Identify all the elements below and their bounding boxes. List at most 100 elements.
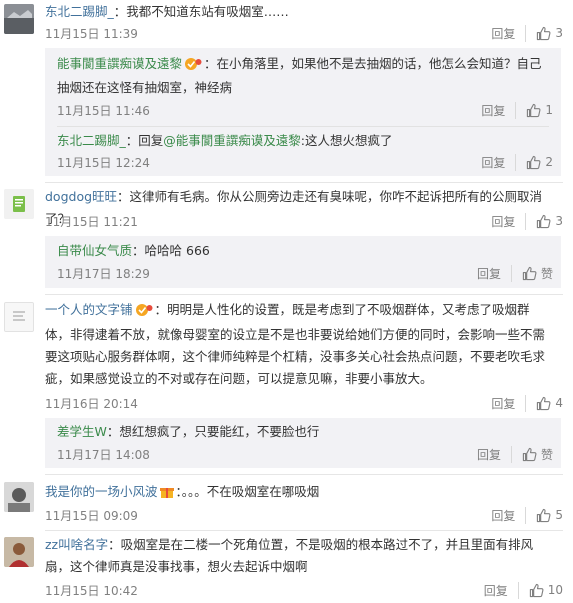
avatar[interactable] [4,537,34,567]
divider [45,530,563,531]
reply-actions: 回复 赞 [477,264,553,282]
reply-body: ：哈哈哈 666 [132,243,210,258]
comment-time: 11月16日 20:14 [45,397,138,411]
reply-actions: 回复 1 [481,101,553,119]
reply-list: 自带仙女气质：哈哈哈 666 11月17日 18:29 回复 赞 [45,236,561,288]
comment-item: 我是你的一场小风波 ：。。。不在吸烟室在哪吸烟 11月15日 09:09 回复 5 [0,479,573,525]
comment-time: 11月15日 10:42 [45,584,138,598]
comment-feed: 东北二踢脚_：我都不知道东站有吸烟室…… 11月15日 11:39 回复 3 能… [0,0,573,603]
divider [57,126,549,127]
reply-button[interactable]: 回复 [484,581,519,599]
divider [45,294,563,295]
commenter-name[interactable]: 我是你的一场小风波 [45,484,158,499]
commenter-name[interactable]: zz叫啥名字 [45,537,108,552]
thumbs-up-icon [522,266,537,280]
comment-text: zz叫啥名字：吸烟室是在二楼一个死角位置，不是吸烟的根本路过不了，并且里面有排风… [45,534,551,578]
reply-button[interactable]: 回复 [491,394,527,412]
avatar[interactable] [4,4,34,34]
reply-time: 11月15日 11:46 [57,104,150,118]
thumbs-up-icon [529,583,544,597]
like-button[interactable]: 3 [536,214,563,229]
thumbs-up-icon [537,396,551,410]
reply-button[interactable]: 回复 [481,101,517,119]
reply-text: 差学生W：想红想疯了，只要能红，不要脸也行 [57,421,549,442]
gift-badge-icon [159,484,174,506]
thumbs-up-icon [537,214,551,228]
comment-item: 一个人的文字铺 ：明明是人性化的设置，既是考虑到了不吸烟群体，又考虑了吸烟群体，非… [0,299,573,469]
reply-button[interactable]: 回复 [491,212,527,230]
avatar[interactable] [4,482,34,512]
comment-item: zz叫啥名字：吸烟室是在二楼一个死角位置，不是吸烟的根本路过不了，并且里面有排风… [0,534,573,603]
like-count: 5 [555,508,563,522]
replier-name[interactable]: 东北二踢脚_ [57,133,126,148]
thumbs-up-icon [537,508,551,522]
reply-button[interactable]: 回复 [477,445,512,463]
comment-body: ：吸烟室是在二楼一个死角位置，不是吸烟的根本路过不了，并且里面有排风扇，这个律师… [45,537,534,574]
comment-time: 11月15日 09:09 [45,509,138,523]
like-button[interactable]: 5 [536,508,563,523]
like-count: 赞 [540,266,553,281]
thumbs-up-icon [527,155,541,169]
thumbs-up-icon [527,103,541,117]
commenter-name[interactable]: 一个人的文字铺 [45,302,133,317]
reply-list: 差学生W：想红想疯了，只要能红，不要脸也行 11月17日 14:08 回复 赞 [45,418,561,468]
comment-actions: 回复 3 [491,212,563,230]
comment-actions: 回复 10 [484,581,563,599]
comment-body: ：我都不知道东站有吸烟室…… [113,4,289,19]
comment-item: 东北二踢脚_：我都不知道东站有吸烟室…… 11月15日 11:39 回复 3 能… [0,0,573,176]
reply-button[interactable]: 回复 [477,264,512,282]
like-button[interactable]: 1 [526,103,553,118]
like-button[interactable]: 赞 [522,265,553,282]
reply-body: :这人想火想疯了 [300,133,393,148]
like-count: 1 [545,103,553,117]
avatar[interactable] [4,189,34,219]
verified-badge-icon [135,302,153,324]
reply-body: ：想红想疯了，只要能红，不要脸也行 [106,424,320,439]
reply-time: 11月17日 18:29 [57,267,150,281]
like-button[interactable]: 3 [536,26,563,41]
comment-item: dogdog旺旺：这律师有毛病。你从公厕旁边走还有臭味呢，你咋不起诉把所有的公厕… [0,186,573,288]
comment-actions: 回复 5 [491,506,563,524]
avatar[interactable] [4,302,34,332]
like-button[interactable]: 2 [526,155,553,170]
reply-button[interactable]: 回复 [491,24,527,42]
verified-badge-icon [184,56,202,77]
comment-text: 一个人的文字铺 ：明明是人性化的设置，既是考虑到了不吸烟群体，又考虑了吸烟群体，非… [45,299,551,390]
comment-actions: 回复 3 [491,24,563,42]
comment-body: ：。。。不在吸烟室在哪吸烟 [175,484,320,499]
mention-link[interactable]: @能事閬重譔痴谟及遠黎 [163,133,301,148]
comment-time: 11月15日 11:39 [45,27,138,41]
commenter-name[interactable]: 东北二踢脚_ [45,4,114,19]
reply-prefix: ：回复 [125,133,164,148]
reply-actions: 回复 赞 [477,445,553,463]
like-count: 2 [545,155,553,169]
like-button[interactable]: 赞 [522,446,553,463]
thumbs-up-icon [537,26,551,40]
comment-text: 我是你的一场小风波 ：。。。不在吸烟室在哪吸烟 [45,481,551,506]
reply-text: 自带仙女气质：哈哈哈 666 [57,240,549,261]
reply-list: 能事閬重譔痴谟及遠黎 ：在小角落里，如果他不是去抽烟的话，他怎么会知道？自己抽烟还… [45,48,561,176]
reply-time: 11月15日 12:24 [57,156,150,170]
replier-name[interactable]: 能事閬重譔痴谟及遠黎 [57,56,182,71]
comment-actions: 回复 4 [491,394,563,412]
like-count: 4 [555,396,563,410]
divider [45,182,563,183]
reply-text: 能事閬重譔痴谟及遠黎 ：在小角落里，如果他不是去抽烟的话，他怎么会知道？自己抽烟还… [57,53,549,98]
like-count: 10 [547,583,563,597]
comment-time: 11月15日 11:21 [45,215,138,229]
divider [45,474,563,475]
commenter-name[interactable]: dogdog旺旺 [45,189,117,204]
like-count: 3 [555,26,563,40]
reply-text: 东北二踢脚_：回复@能事閬重譔痴谟及遠黎:这人想火想疯了 [57,130,549,151]
reply-button[interactable]: 回复 [481,153,517,171]
comment-text: 东北二踢脚_：我都不知道东站有吸烟室…… [45,1,551,23]
reply-actions: 回复 2 [481,153,553,171]
replier-name[interactable]: 自带仙女气质 [57,243,132,258]
reply-button[interactable]: 回复 [491,506,527,524]
replier-name[interactable]: 差学生W [57,424,107,439]
like-count: 3 [555,214,563,228]
like-count: 赞 [540,447,553,462]
like-button[interactable]: 4 [536,396,563,411]
like-button[interactable]: 10 [529,583,563,598]
reply-time: 11月17日 14:08 [57,448,150,462]
